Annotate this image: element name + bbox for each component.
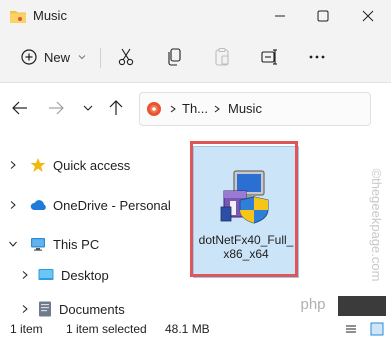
recent-locations-chevron-icon[interactable] [78, 98, 98, 118]
large-icons-view-icon[interactable] [370, 322, 384, 336]
music-folder-icon [10, 11, 26, 23]
sidebar-item-label: OneDrive - Personal [53, 197, 171, 213]
paste-button[interactable] [212, 44, 232, 70]
details-view-icon[interactable] [345, 324, 357, 334]
selected-size: 48.1 MB [165, 322, 210, 336]
monitor-icon [31, 238, 45, 251]
php-logo-badge: php [288, 292, 338, 316]
highlight-outline [190, 141, 298, 277]
sidebar-item-desktop[interactable]: Desktop [38, 264, 109, 286]
up-arrow-icon[interactable] [106, 98, 126, 118]
sidebar-item-documents[interactable]: Documents [38, 298, 125, 320]
copy-button[interactable] [165, 44, 185, 70]
close-icon[interactable] [358, 6, 378, 26]
music-location-icon [147, 102, 161, 116]
cut-button[interactable] [116, 44, 136, 70]
cloud-icon [30, 200, 46, 210]
expand-chevron-icon[interactable] [8, 160, 18, 170]
sidebar-item-label: This PC [53, 236, 100, 252]
new-button-label: New [44, 49, 71, 65]
status-bar: 1 item 1 item selected 48.1 MB [0, 318, 391, 340]
back-arrow-icon[interactable] [10, 98, 30, 118]
navigation-row: Th... Music [0, 83, 391, 135]
new-button[interactable]: New [20, 44, 88, 70]
forward-arrow-icon[interactable] [46, 98, 66, 118]
more-options-button[interactable] [307, 44, 327, 70]
minimize-icon[interactable] [270, 6, 290, 26]
expand-chevron-icon[interactable] [20, 270, 30, 280]
clipboard-icon [215, 47, 229, 66]
desktop-folder-icon [38, 269, 54, 280]
sidebar-item-onedrive[interactable]: OneDrive - Personal [30, 194, 171, 216]
expand-chevron-icon[interactable] [8, 200, 18, 210]
scissors-icon [118, 48, 134, 66]
more-horizontal-icon [309, 55, 325, 59]
maximize-icon[interactable] [313, 6, 333, 26]
rename-button[interactable] [260, 44, 280, 70]
breadcrumb-segment-music[interactable]: Music [228, 101, 262, 116]
breadcrumb-chevron-icon [170, 105, 176, 113]
sidebar-item-this-pc[interactable]: This PC [30, 233, 99, 255]
breadcrumb-chevron-icon [214, 105, 220, 113]
address-bar[interactable]: Th... Music [139, 92, 371, 126]
sidebar-item-label: Quick access [53, 157, 131, 173]
watermark: ©thegeekpage.com [369, 169, 384, 282]
watermark-text: ©thegeekpage.com [369, 169, 384, 282]
item-count: 1 item [10, 322, 43, 336]
selected-count: 1 item selected [66, 322, 147, 336]
php-logo-text: php [300, 296, 325, 313]
sidebar-item-label: Documents [59, 301, 125, 317]
toolbar-divider [100, 48, 101, 68]
copy-icon [168, 48, 181, 66]
navigation-pane: Quick access OneDrive - Personal This PC… [0, 138, 180, 318]
overlay-dark-block [338, 296, 386, 316]
rename-icon [261, 49, 277, 65]
plus-circle-icon [21, 49, 37, 65]
sidebar-item-quick-access[interactable]: Quick access [30, 154, 130, 176]
document-icon [39, 301, 51, 317]
breadcrumb-segment-this-pc[interactable]: Th... [182, 101, 208, 116]
sidebar-item-label: Desktop [61, 267, 109, 283]
expand-chevron-icon[interactable] [20, 304, 30, 314]
command-bar: New [0, 32, 391, 83]
collapse-chevron-icon[interactable] [8, 239, 18, 249]
php-logo: php [300, 296, 325, 313]
title-bar: Music [0, 0, 391, 32]
window-title: Music [33, 8, 67, 23]
star-icon [30, 158, 46, 172]
chevron-down-icon [78, 55, 86, 60]
